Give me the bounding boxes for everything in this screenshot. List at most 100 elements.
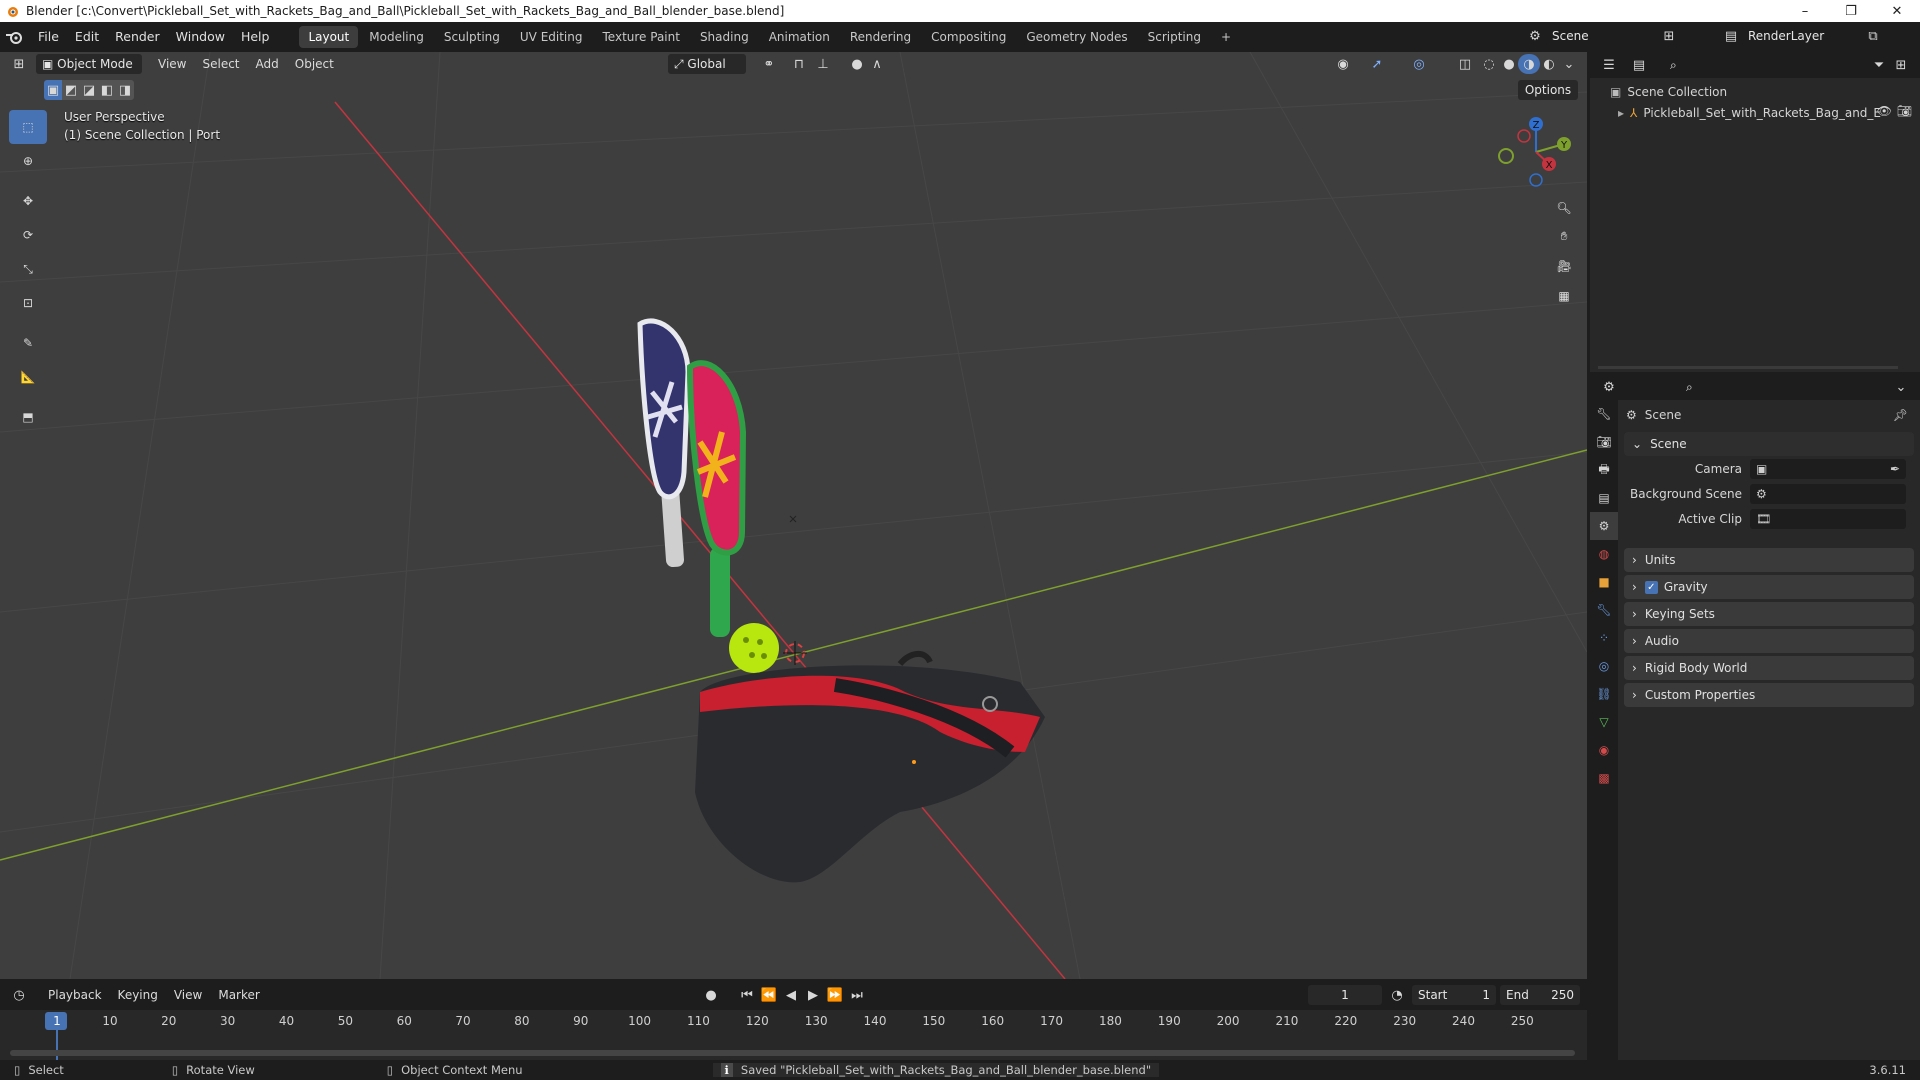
material-preview-icon[interactable]: ◑ xyxy=(1518,54,1540,74)
select-new-icon[interactable]: ▣ xyxy=(44,80,62,100)
data-tab[interactable]: ▽ xyxy=(1590,708,1618,736)
tab-sculpting[interactable]: Sculpting xyxy=(435,26,509,48)
modifier-tab[interactable]: 🔧︎ xyxy=(1590,596,1618,624)
texture-tab[interactable]: ▩ xyxy=(1590,764,1618,792)
transform-orientation-dropdown[interactable]: ⤢ Global xyxy=(668,54,746,74)
outliner-editor-icon[interactable]: ☰ xyxy=(1598,55,1620,75)
prev-keyframe-icon[interactable]: ⏪ xyxy=(758,985,780,1005)
transform-tool[interactable]: ⊡ xyxy=(9,286,47,320)
options-dropdown[interactable]: Options xyxy=(1518,80,1578,100)
output-tab[interactable]: 🖶 xyxy=(1590,456,1618,484)
scene-name-field[interactable]: Scene xyxy=(1546,26,1658,46)
scene-panel-header[interactable]: ⌄ Scene xyxy=(1624,432,1914,456)
material-tab[interactable]: ◉ xyxy=(1590,736,1618,764)
new-collection-icon[interactable]: ⊞ xyxy=(1890,55,1912,75)
proportional-editing-icon[interactable]: ● xyxy=(846,54,868,74)
play-reverse-icon[interactable]: ◀ xyxy=(780,985,802,1005)
pin-context-icon[interactable]: 📌︎ xyxy=(1893,408,1908,422)
visibility-icon[interactable]: ◉ xyxy=(1332,54,1354,74)
mode-dropdown[interactable]: ▣ Object Mode xyxy=(36,54,142,74)
camera-field[interactable]: ▣ ✒ xyxy=(1750,459,1906,479)
start-frame-field[interactable]: Start 1 xyxy=(1412,985,1496,1005)
world-tab[interactable]: ◍ xyxy=(1590,540,1618,568)
close-button[interactable]: ✕ xyxy=(1874,4,1920,19)
timeline-menu-view[interactable]: View xyxy=(166,983,210,1007)
tab-modeling[interactable]: Modeling xyxy=(360,26,433,48)
cursor-tool[interactable]: ⊕ xyxy=(9,144,47,178)
active-clip-field[interactable]: 🎞︎ xyxy=(1750,509,1906,529)
status-report[interactable]: ℹ Saved "Pickleball_Set_with_Rackets_Bag… xyxy=(712,1063,1160,1077)
wireframe-shading-icon[interactable]: ◌ xyxy=(1478,54,1500,74)
properties-search-input[interactable]: ⌕ xyxy=(1680,377,1786,397)
outliner-search-input[interactable]: ⌕ xyxy=(1664,55,1774,75)
view-layer-selector[interactable]: ▤ RenderLayer ⧉ xyxy=(1720,26,1884,46)
viewport-menu-select[interactable]: Select xyxy=(194,52,247,76)
measure-tool[interactable]: 📐 xyxy=(9,360,47,394)
timeline-menu-keying[interactable]: Keying xyxy=(110,983,166,1007)
tab-geometry-nodes[interactable]: Geometry Nodes xyxy=(1017,26,1136,48)
next-keyframe-icon[interactable]: ⏩ xyxy=(824,985,846,1005)
menu-render[interactable]: Render xyxy=(107,22,168,52)
select-invert-icon[interactable]: ◧ xyxy=(98,80,116,100)
properties-options-icon[interactable]: ⌄ xyxy=(1890,377,1912,397)
render-tab[interactable]: 📷︎ xyxy=(1590,428,1618,456)
outliner-item[interactable]: ▸ ⅄ Pickleball_Set_with_Rackets_Bag_and_… xyxy=(1590,100,1920,122)
select-box-tool[interactable]: ⬚ xyxy=(9,110,47,144)
falloff-icon[interactable]: ∧ xyxy=(866,54,888,74)
display-mode-icon[interactable]: ▤ xyxy=(1628,55,1650,75)
navigation-gizmo[interactable]: Z Y X xyxy=(1496,112,1576,192)
perspective-toggle-button[interactable]: ▦ xyxy=(1550,282,1578,310)
tab-texture-paint[interactable]: Texture Paint xyxy=(594,26,689,48)
gravity-checkbox[interactable]: ✓ xyxy=(1644,580,1658,594)
tab-layout[interactable]: Layout xyxy=(299,26,359,48)
camera-view-button[interactable]: 🎥︎ xyxy=(1550,252,1578,280)
pin-icon[interactable]: ⊞ xyxy=(1658,26,1680,46)
maximize-button[interactable]: ❐ xyxy=(1828,4,1874,19)
object-tab[interactable]: ■ xyxy=(1590,568,1618,596)
menu-file[interactable]: File xyxy=(30,22,67,52)
constraints-tab[interactable]: ⛓ xyxy=(1590,680,1618,708)
physics-tab[interactable]: ◎ xyxy=(1590,652,1618,680)
add-workspace-button[interactable]: + xyxy=(1212,26,1240,48)
view-layer-name-field[interactable]: RenderLayer xyxy=(1742,26,1862,46)
new-view-layer-icon[interactable]: ⧉ xyxy=(1862,26,1884,46)
jump-end-icon[interactable]: ⏭ xyxy=(846,985,868,1005)
view-layer-tab[interactable]: ▤ xyxy=(1590,484,1618,512)
timeline-editor-icon[interactable]: ◷ xyxy=(8,985,30,1005)
eye-icon[interactable]: 👁︎ xyxy=(1877,104,1892,118)
background-scene-field[interactable]: ⚙ xyxy=(1750,484,1906,504)
select-subtract-icon[interactable]: ◪ xyxy=(80,80,98,100)
pivot-point-icon[interactable]: ⚭ xyxy=(758,54,780,74)
snap-icon[interactable]: ⊓ xyxy=(788,54,810,74)
viewport-menu-view[interactable]: View xyxy=(150,52,194,76)
render-camera-icon[interactable]: 📷︎ xyxy=(1897,104,1912,118)
play-icon[interactable]: ▶ xyxy=(802,985,824,1005)
eyedropper-icon[interactable]: ✒ xyxy=(1890,462,1900,476)
rendered-shading-icon[interactable]: ◐ xyxy=(1538,54,1560,74)
tab-compositing[interactable]: Compositing xyxy=(922,26,1015,48)
gravity-panel[interactable]: › ✓ Gravity xyxy=(1624,575,1914,599)
menu-edit[interactable]: Edit xyxy=(67,22,107,52)
overlays-icon[interactable]: ◎ xyxy=(1408,54,1430,74)
add-cube-tool[interactable]: ⬒ xyxy=(9,400,47,434)
tool-tab[interactable]: 🔧︎ xyxy=(1590,400,1618,428)
scene-selector[interactable]: ⚙ Scene ⊞ xyxy=(1524,26,1680,46)
minimize-button[interactable]: – xyxy=(1782,4,1828,19)
timeline-menu-marker[interactable]: Marker xyxy=(210,983,267,1007)
keying-sets-panel[interactable]: › Keying Sets xyxy=(1624,602,1914,626)
menu-window[interactable]: Window xyxy=(168,22,233,52)
gizmo-toggle-icon[interactable]: ➚ xyxy=(1366,54,1388,74)
end-frame-field[interactable]: End 250 xyxy=(1500,985,1580,1005)
outliner-scrollbar[interactable] xyxy=(1598,366,1898,369)
scene-tab[interactable]: ⚙ xyxy=(1590,512,1618,540)
timeline-menu-playback[interactable]: Playback xyxy=(40,983,110,1007)
shading-dropdown-icon[interactable]: ⌄ xyxy=(1558,54,1580,74)
select-extend-icon[interactable]: ◩ xyxy=(62,80,80,100)
pan-view-button[interactable]: ✋︎ xyxy=(1550,222,1578,250)
editor-type-icon[interactable]: ⊞ xyxy=(8,54,30,74)
units-panel[interactable]: › Units xyxy=(1624,548,1914,572)
xray-icon[interactable]: ◫ xyxy=(1454,54,1476,74)
rotate-tool[interactable]: ⟳ xyxy=(9,218,47,252)
jump-start-icon[interactable]: ⏮ xyxy=(736,985,758,1005)
tab-scripting[interactable]: Scripting xyxy=(1139,26,1210,48)
